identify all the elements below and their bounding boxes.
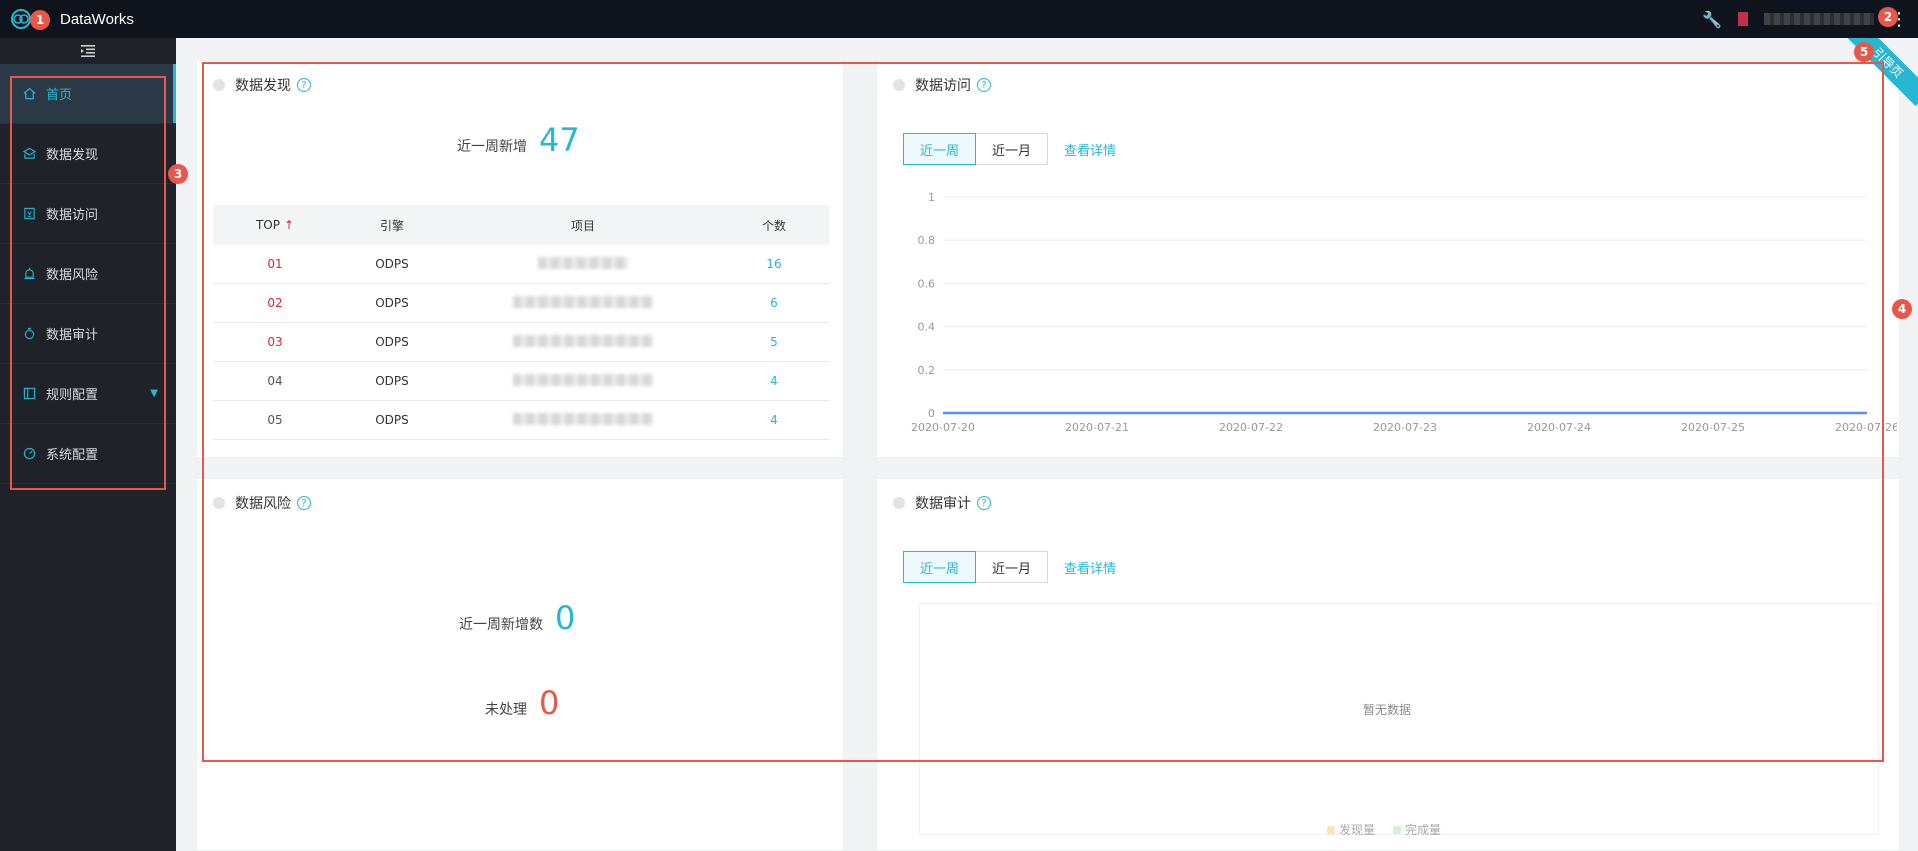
annotation-badge: 5 <box>1854 42 1874 62</box>
annotation-box-sidebar <box>10 76 166 490</box>
dataworks-logo-icon[interactable] <box>10 8 32 30</box>
legend-item[interactable]: 发现量 <box>1327 821 1375 838</box>
user-name-blurred[interactable] <box>1764 13 1874 25</box>
annotation-badge: 3 <box>168 164 188 184</box>
avatar[interactable] <box>1738 12 1748 26</box>
annotation-badge: 4 <box>1892 299 1912 319</box>
wrench-icon[interactable]: 🔧 <box>1702 10 1722 29</box>
annotation-badge: 2 <box>1878 7 1898 27</box>
audit-legend: 发现量 完成量 <box>1327 821 1441 838</box>
sidebar-collapse-toggle[interactable] <box>0 38 176 64</box>
top-bar: DataWorks 🔧 ⋮ <box>0 0 1918 38</box>
menu-collapse-icon <box>81 45 95 57</box>
legend-label: 完成量 <box>1405 823 1442 837</box>
legend-item[interactable]: 完成量 <box>1393 821 1441 838</box>
annotation-badge: 1 <box>30 10 50 30</box>
brand-name[interactable]: DataWorks <box>60 11 134 28</box>
legend-label: 发现量 <box>1339 823 1376 837</box>
annotation-box-main <box>202 62 1884 762</box>
